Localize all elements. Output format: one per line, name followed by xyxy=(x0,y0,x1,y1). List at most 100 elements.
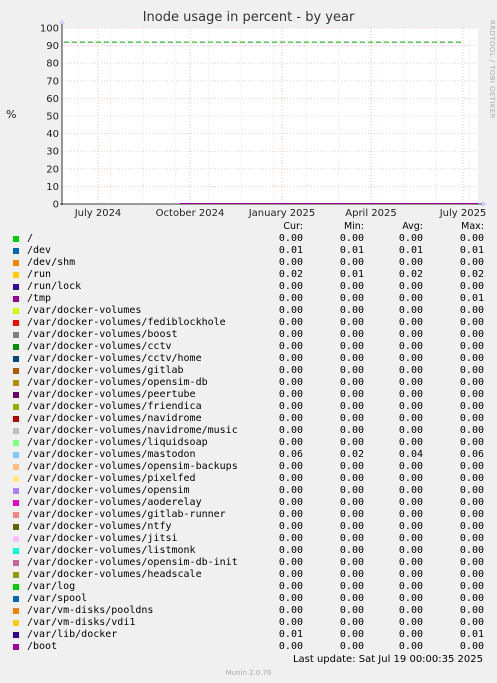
series-name: /var/docker-volumes xyxy=(27,305,142,316)
series-max-value: 0.00 xyxy=(459,581,484,592)
y-tick-label: 10 xyxy=(46,182,59,193)
legend-row: /var/docker-volumes/listmonk 0.00 0.00 0.00… xyxy=(12,545,492,557)
series-cur-value: 0.00 xyxy=(278,257,303,268)
legend-row: /var/vm-disks/pooldns 0.00 0.00 0.00 0.00 xyxy=(12,605,492,617)
legend-row: /var/docker-volumes/liquidsoap 0.00 0.00 0.… xyxy=(12,437,492,449)
series-max-value: 0.00 xyxy=(459,389,484,400)
series-color-swatch xyxy=(13,464,19,470)
series-min-value: 0.00 xyxy=(339,353,364,364)
series-name: /dev xyxy=(27,245,52,256)
legend-row: /var/spool 0.00 0.00 0.00 0.00 xyxy=(12,593,492,605)
legend-row: /var/docker-volumes/peertube 0.00 0.00 0.00… xyxy=(12,389,492,401)
series-min-value: 0.00 xyxy=(339,389,364,400)
x-tick-label: January 2025 xyxy=(248,208,316,219)
series-cur-value: 0.00 xyxy=(278,413,303,424)
series-name: /var/vm-disks/vdi1 xyxy=(27,617,136,628)
series-cur-value: 0.00 xyxy=(278,473,303,484)
series-cur-value: 0.00 xyxy=(278,281,303,292)
series-max-value: 0.00 xyxy=(459,569,484,580)
series-min-value: 0.00 xyxy=(339,425,364,436)
series-cur-value: 0.00 xyxy=(278,425,303,436)
legend-row: /var/docker-volumes/ntfy 0.00 0.00 0.00 0.00 xyxy=(12,521,492,533)
series-max-value: 0.00 xyxy=(459,425,484,436)
series-cur-value: 0.00 xyxy=(278,509,303,520)
series-min-value: 0.00 xyxy=(339,401,364,412)
series-name: /var/docker-volumes/aoderelay xyxy=(27,497,202,508)
series-color-swatch xyxy=(13,368,19,374)
series-name: /var/docker-volumes/jitsi xyxy=(27,533,178,544)
series-avg-value: 0.00 xyxy=(398,497,423,508)
series-cur-value: 0.00 xyxy=(278,569,303,580)
series-color-swatch xyxy=(13,392,19,398)
series-avg-value: 0.00 xyxy=(398,437,423,448)
series-min-value: 0.00 xyxy=(339,329,364,340)
series-min-value: 0.00 xyxy=(339,257,364,268)
series-cur-value: 0.00 xyxy=(278,521,303,532)
series-cur-value: 0.00 xyxy=(278,461,303,472)
series-avg-value: 0.00 xyxy=(398,581,423,592)
series-name: /boot xyxy=(27,641,58,652)
x-tick-label: July 2025 xyxy=(439,208,487,219)
series-avg-value: 0.00 xyxy=(398,353,423,364)
series-avg-value: 0.00 xyxy=(398,257,423,268)
y-tick-label: 50 xyxy=(46,112,59,123)
series-cur-value: 0.00 xyxy=(278,389,303,400)
series-min-value: 0.00 xyxy=(339,317,364,328)
series-name: /var/docker-volumes/headscale xyxy=(27,569,202,580)
last-update: Last update: Sat Jul 19 00:00:35 2025 xyxy=(292,654,483,665)
series-name: /var/docker-volumes/liquidsoap xyxy=(27,437,208,448)
series-avg-value: 0.00 xyxy=(398,341,423,352)
series-max-value: 0.01 xyxy=(459,293,484,304)
series-max-value: 0.00 xyxy=(459,485,484,496)
series-avg-value: 0.00 xyxy=(398,629,423,640)
series-color-swatch xyxy=(13,632,19,638)
series-name: /var/docker-volumes/gitlab-runner xyxy=(27,509,226,520)
legend-row: /boot 0.00 0.00 0.00 0.00 xyxy=(12,641,492,653)
series-cur-value: 0.00 xyxy=(278,437,303,448)
series-color-swatch xyxy=(13,404,19,410)
series-name: /var/docker-volumes/boost xyxy=(27,329,178,340)
legend-row: /tmp 0.00 0.00 0.00 0.01 xyxy=(12,293,492,305)
series-color-swatch xyxy=(13,260,19,266)
series-name: /var/docker-volumes/opensim-db-init xyxy=(27,557,238,568)
series-color-swatch xyxy=(13,548,19,554)
series-avg-value: 0.00 xyxy=(398,377,423,388)
series-color-swatch xyxy=(13,236,19,242)
series-name: /var/log xyxy=(27,581,76,592)
legend-row: /run/lock 0.00 0.00 0.00 0.00 xyxy=(12,281,492,293)
series-avg-value: 0.02 xyxy=(398,269,423,280)
series-name: /run xyxy=(27,269,52,280)
series-color-swatch xyxy=(13,476,19,482)
series-color-swatch xyxy=(13,536,19,542)
legend-row: /var/docker-volumes/fediblockhole 0.00 0.0… xyxy=(12,317,492,329)
series-min-value: 0.00 xyxy=(339,341,364,352)
legend-row: /var/docker-volumes/cctv/home 0.00 0.00 0.0… xyxy=(12,353,492,365)
series-cur-value: 0.00 xyxy=(278,317,303,328)
legend-row: /var/vm-disks/vdi1 0.00 0.00 0.00 0.00 xyxy=(12,617,492,629)
series-max-value: 0.00 xyxy=(459,557,484,568)
series-avg-value: 0.00 xyxy=(398,557,423,568)
series-min-value: 0.00 xyxy=(339,641,364,652)
series-max-value: 0.01 xyxy=(459,629,484,640)
series-cur-value: 0.06 xyxy=(278,449,303,460)
series-min-value: 0.00 xyxy=(339,473,364,484)
series-min-value: 0.00 xyxy=(339,461,364,472)
y-tick-label: 90 xyxy=(46,41,59,52)
series-name: /var/docker-volumes/navidrome/music xyxy=(27,425,238,436)
series-max-value: 0.00 xyxy=(459,593,484,604)
y-tick-label: 20 xyxy=(46,164,59,175)
series-avg-value: 0.00 xyxy=(398,617,423,628)
series-min-value: 0.00 xyxy=(339,509,364,520)
legend-row: /var/docker-volumes/navidrome/music 0.00 0… xyxy=(12,425,492,437)
series-avg-value: 0.00 xyxy=(398,593,423,604)
series-min-value: 0.00 xyxy=(339,485,364,496)
legend-row: /dev/shm 0.00 0.00 0.00 0.00 xyxy=(12,257,492,269)
munin-version: Munin 2.0.76 xyxy=(225,669,272,677)
series-avg-value: 0.00 xyxy=(398,233,423,244)
y-tick-label: 80 xyxy=(46,59,59,70)
legend-row: /var/docker-volumes/friendica 0.00 0.00 0.0… xyxy=(12,401,492,413)
series-max-value: 0.00 xyxy=(459,401,484,412)
series-max-value: 0.00 xyxy=(459,605,484,616)
header-max: Max: xyxy=(461,221,484,232)
series-max-value: 0.01 xyxy=(459,245,484,256)
